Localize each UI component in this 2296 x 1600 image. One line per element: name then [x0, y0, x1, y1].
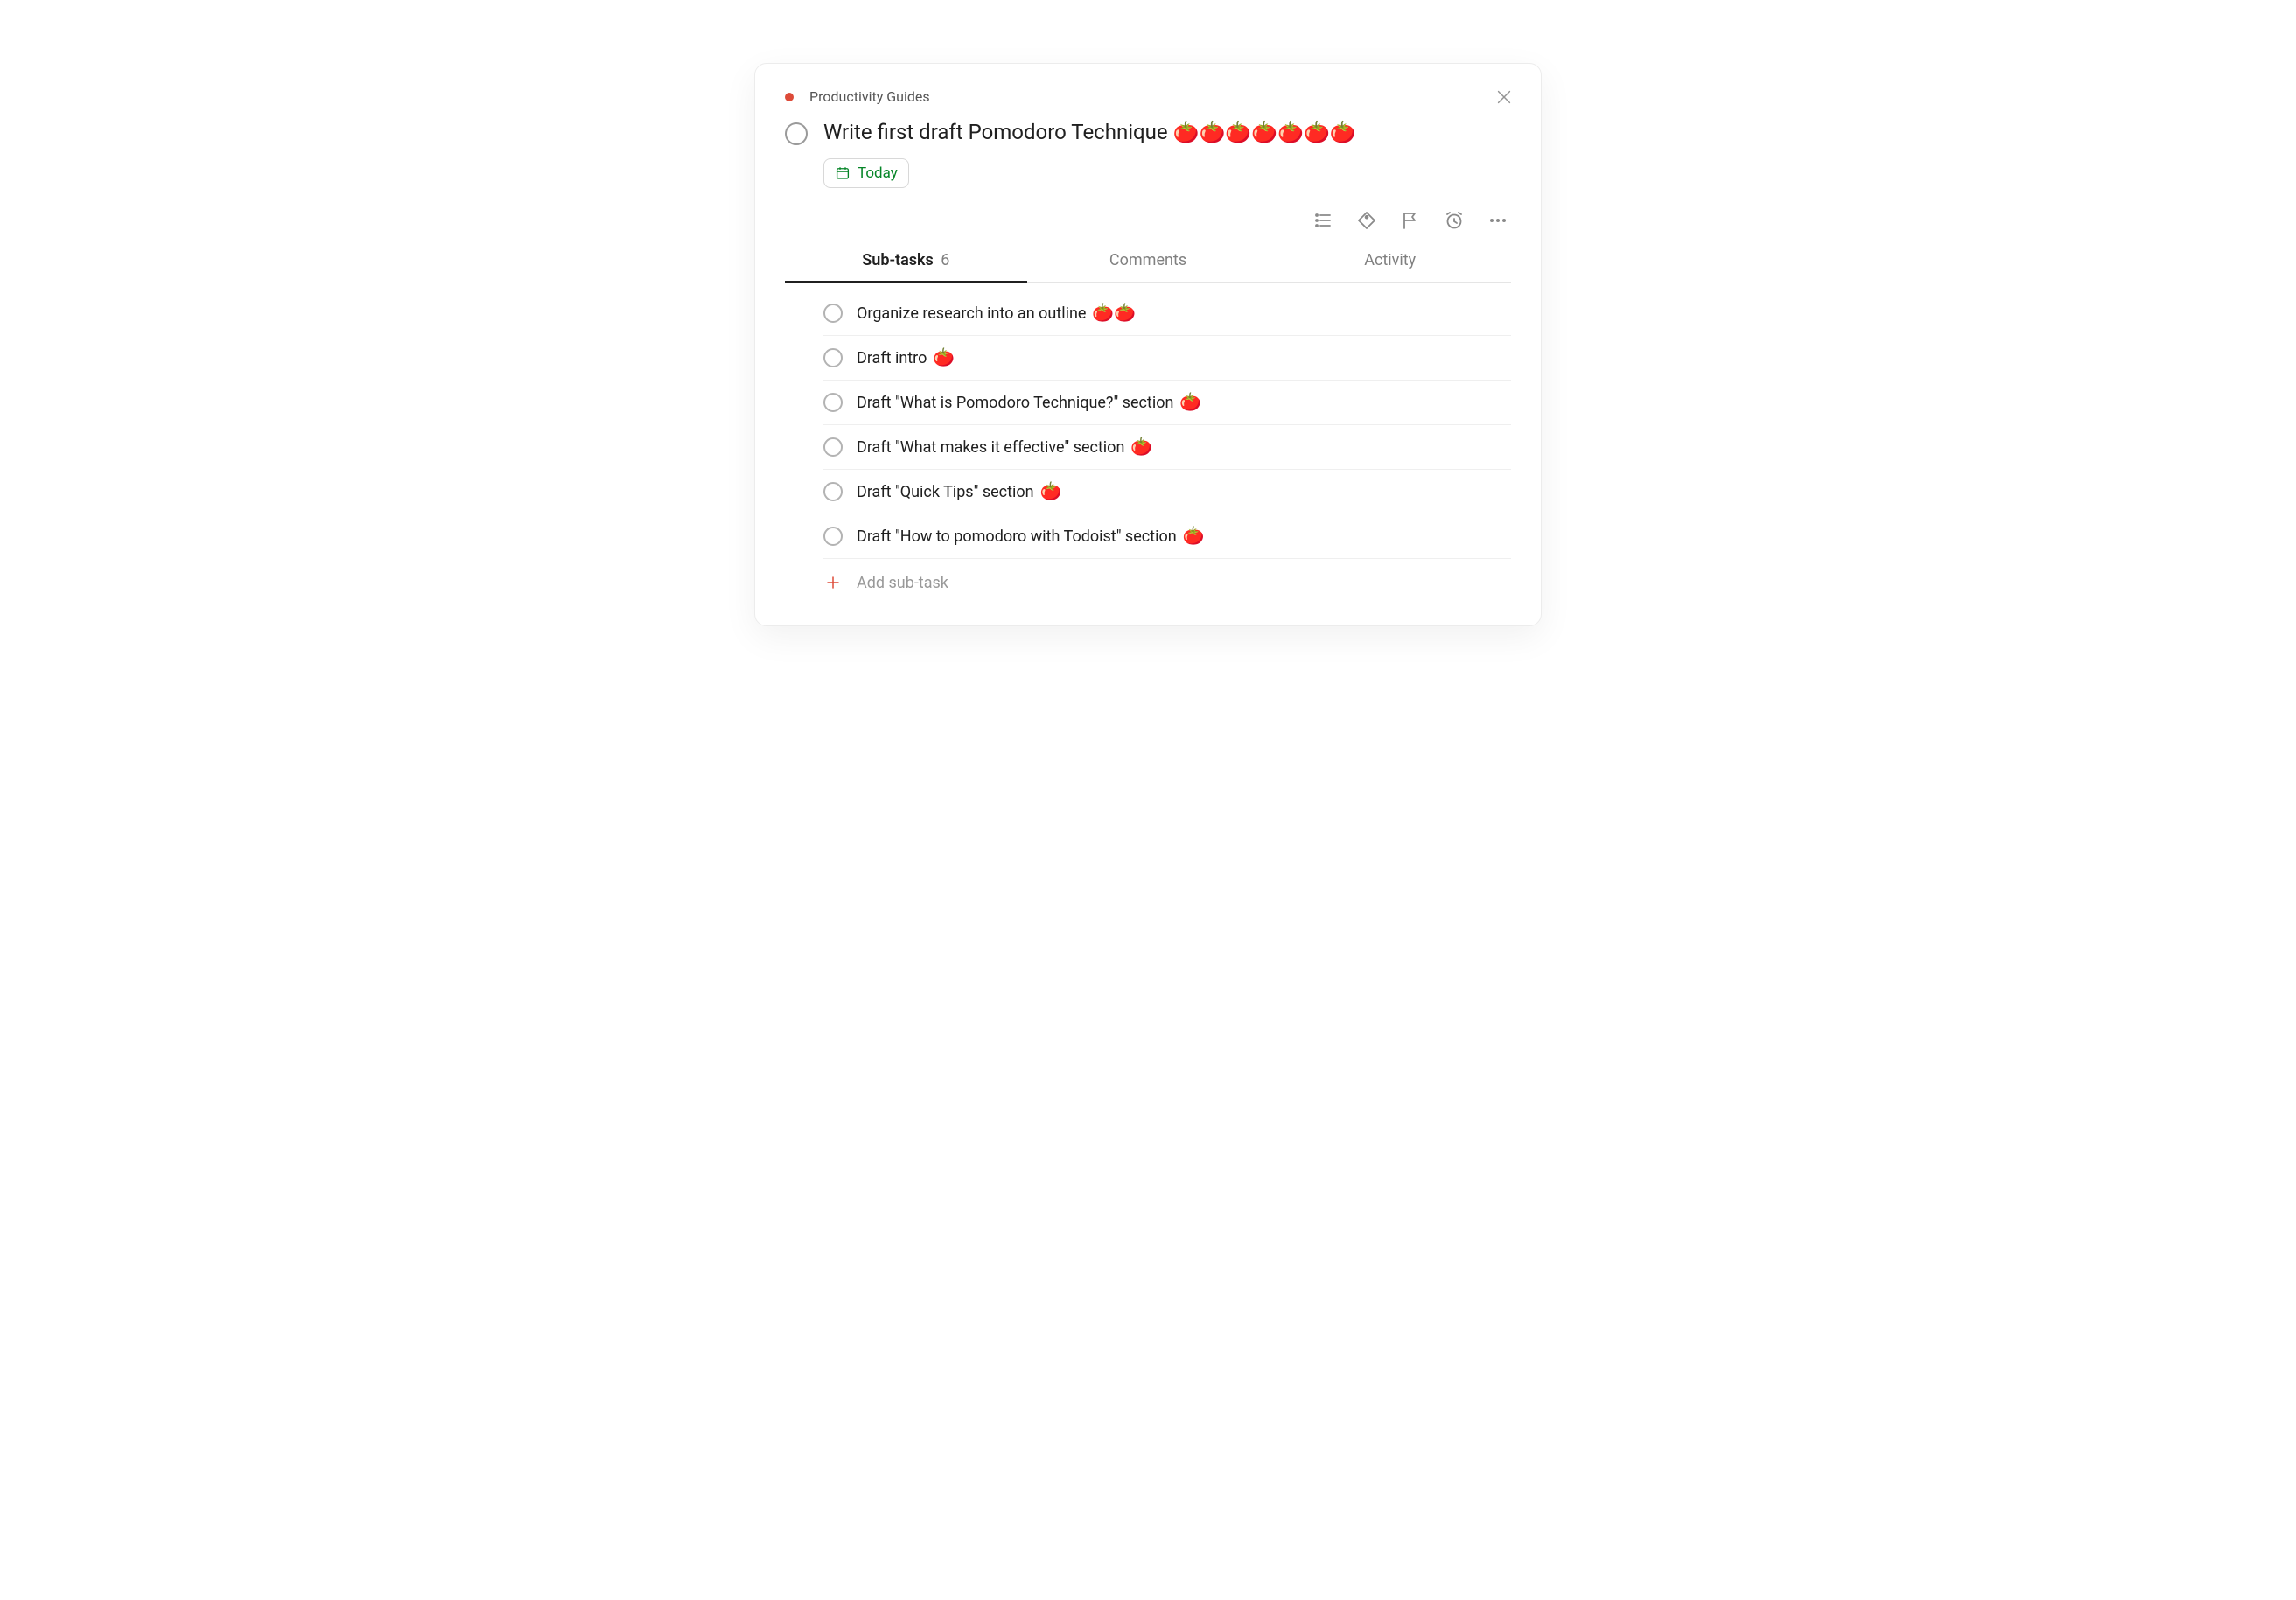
subtask-label: Draft "Quick Tips" section [857, 483, 1034, 501]
project-color-dot [785, 93, 794, 101]
task-title-text: Write first draft Pomodoro Technique [823, 120, 1168, 144]
subtask-checkbox[interactable] [823, 393, 843, 412]
task-complete-checkbox[interactable] [785, 122, 808, 145]
project-name: Productivity Guides [809, 88, 930, 105]
project-breadcrumb[interactable]: Productivity Guides [785, 88, 1511, 105]
close-icon [1494, 87, 1514, 107]
subtask-row[interactable]: Draft intro 🍅 [823, 336, 1511, 381]
subtask-row[interactable]: Draft "What is Pomodoro Technique?" sect… [823, 381, 1511, 425]
subtask-row[interactable]: Draft "Quick Tips" section 🍅 [823, 470, 1511, 514]
tab-subtasks-label: Sub-tasks [862, 251, 933, 269]
tab-activity[interactable]: Activity [1269, 241, 1511, 282]
tab-comments-label: Comments [1110, 251, 1186, 269]
add-subtask-label: Add sub-task [857, 574, 948, 592]
tabs: Sub-tasks 6 Comments Activity [785, 241, 1511, 283]
subtask-tomato-emojis: 🍅 [928, 346, 955, 367]
subtask-label: Draft "How to pomodoro with Todoist" sec… [857, 528, 1177, 546]
subtask-label: Organize research into an outline [857, 304, 1086, 323]
subtask-tomato-emojis: 🍅🍅 [1088, 302, 1136, 323]
subtask-label: Draft "What makes it effective" section [857, 438, 1124, 457]
subtask-row[interactable]: Organize research into an outline 🍅🍅 [823, 298, 1511, 336]
task-toolbar [785, 209, 1511, 232]
list-icon[interactable] [1312, 209, 1334, 232]
due-date-label: Today [858, 164, 898, 182]
subtask-content: Draft intro 🍅 [857, 348, 955, 367]
task-title[interactable]: Write first draft Pomodoro Technique 🍅🍅🍅… [823, 119, 1356, 146]
subtask-label: Draft intro [857, 349, 927, 367]
tag-icon[interactable] [1355, 209, 1378, 232]
tab-comments[interactable]: Comments [1027, 241, 1270, 282]
more-icon[interactable] [1487, 209, 1509, 232]
subtask-tomato-emojis: 🍅 [1036, 480, 1062, 501]
reminder-icon[interactable] [1443, 209, 1466, 232]
tab-activity-label: Activity [1364, 251, 1416, 269]
tab-subtasks[interactable]: Sub-tasks 6 [785, 241, 1027, 282]
subtask-content: Draft "How to pomodoro with Todoist" sec… [857, 527, 1205, 546]
subtask-tomato-emojis: 🍅 [1175, 391, 1201, 412]
subtask-label: Draft "What is Pomodoro Technique?" sect… [857, 394, 1173, 412]
subtask-checkbox[interactable] [823, 527, 843, 546]
calendar-icon [835, 165, 850, 181]
subtask-checkbox[interactable] [823, 437, 843, 457]
add-subtask-button[interactable]: Add sub-task [823, 559, 1511, 596]
subtask-checkbox[interactable] [823, 482, 843, 501]
task-meta-row: Today [785, 158, 1511, 188]
subtask-tomato-emojis: 🍅 [1126, 436, 1152, 457]
due-date-chip[interactable]: Today [823, 158, 909, 188]
subtask-content: Draft "What is Pomodoro Technique?" sect… [857, 393, 1201, 412]
task-tomato-emojis: 🍅🍅🍅🍅🍅🍅🍅 [1173, 120, 1356, 144]
tab-subtasks-count: 6 [941, 251, 949, 269]
subtask-content: Organize research into an outline 🍅🍅 [857, 304, 1136, 323]
subtask-list: Organize research into an outline 🍅🍅Draf… [785, 283, 1511, 596]
plus-icon [823, 573, 843, 592]
flag-icon[interactable] [1399, 209, 1422, 232]
subtask-row[interactable]: Draft "How to pomodoro with Todoist" sec… [823, 514, 1511, 559]
close-button[interactable] [1490, 83, 1518, 111]
subtask-content: Draft "What makes it effective" section … [857, 437, 1152, 457]
subtask-tomato-emojis: 🍅 [1179, 525, 1205, 546]
task-title-row: Write first draft Pomodoro Technique 🍅🍅🍅… [785, 119, 1511, 146]
subtask-content: Draft "Quick Tips" section 🍅 [857, 482, 1061, 501]
subtask-checkbox[interactable] [823, 304, 843, 323]
subtask-checkbox[interactable] [823, 348, 843, 367]
task-detail-card: Productivity Guides Write first draft Po… [754, 63, 1542, 626]
subtask-row[interactable]: Draft "What makes it effective" section … [823, 425, 1511, 470]
